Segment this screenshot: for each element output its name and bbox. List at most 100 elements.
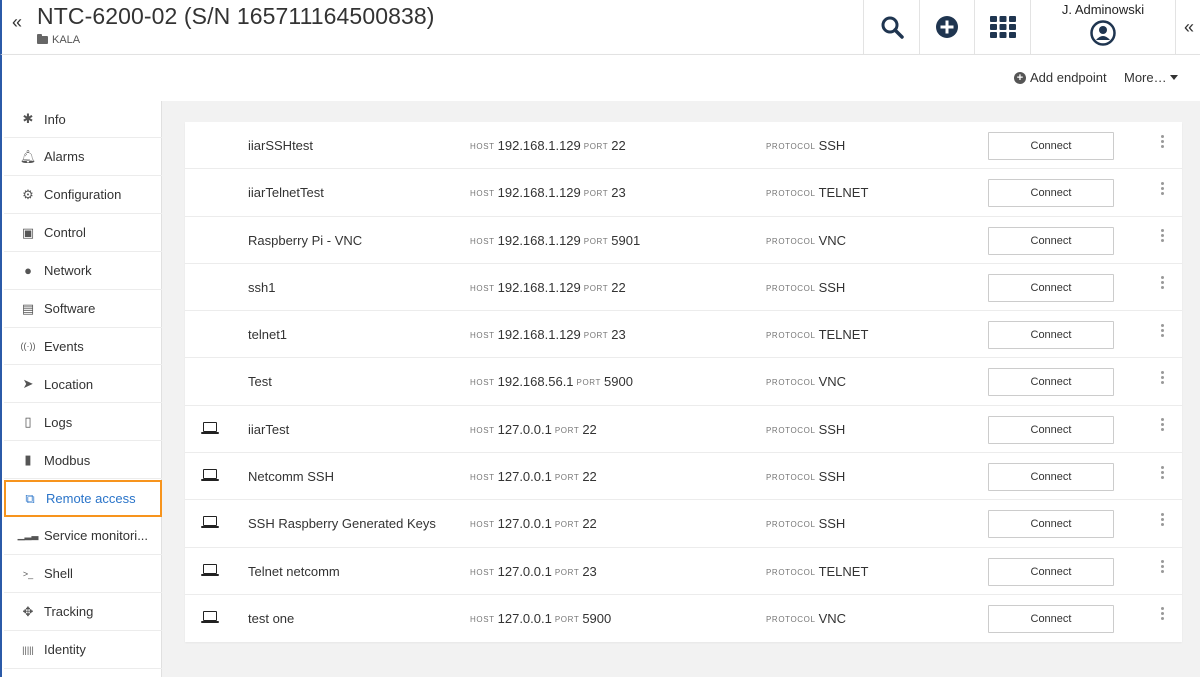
sidebar-item-network[interactable]: ● Network [4, 253, 163, 290]
laptop-icon [201, 421, 217, 437]
sidebar-item-info[interactable]: ✱ Info [4, 101, 163, 138]
host-value: 127.0.0.1 [497, 610, 552, 626]
endpoint-protocol: PROTOCOL VNC [766, 233, 846, 248]
more-options-icon[interactable] [1157, 369, 1167, 385]
port-label: PORT [583, 283, 609, 293]
protocol-value: SSH [818, 138, 846, 153]
more-options-icon[interactable] [1157, 464, 1167, 480]
sidebar-item-label: Events [44, 338, 84, 354]
globe-icon [201, 279, 217, 295]
host-label: HOST [470, 520, 495, 530]
sidebar-item-control[interactable]: ▣ Control [4, 215, 163, 252]
endpoint-row: Netcomm SSH HOST 127.0.0.1 PORT 22 PROTOCOL SS… [185, 453, 1182, 501]
port-value: 22 [582, 469, 597, 485]
connect-button[interactable]: Connect [988, 368, 1114, 397]
host-value: 127.0.0.1 [497, 421, 552, 437]
protocol-value: SSH [818, 279, 846, 295]
connect-button[interactable]: Connect [988, 415, 1114, 444]
protocol-label: PROTOCOL [766, 567, 816, 577]
sidebar-item-software[interactable]: ▤ Software [4, 291, 163, 328]
sidebar-item-events[interactable]: ((·)) Events [4, 328, 163, 366]
connect-button[interactable]: Connect [988, 273, 1114, 302]
more-options-icon[interactable] [1157, 417, 1167, 433]
port-value: 5901 [611, 232, 641, 248]
endpoint-host: HOST 192.168.1.129 PORT 22 [470, 280, 626, 295]
connect-button[interactable]: Connect [988, 226, 1114, 255]
globe-icon [201, 373, 217, 389]
sidebar-item-service-monitori[interactable]: ▁▂▃ Service monitori... [4, 518, 163, 555]
more-options-icon[interactable] [1157, 275, 1167, 291]
endpoint-name: telnet1 [248, 327, 288, 343]
endpoint-protocol: PROTOCOL VNC [766, 374, 846, 389]
sidebar-item-label: Shell [44, 566, 73, 582]
endpoint-row: test one HOST 127.0.0.1 PORT 5900 PROTOCOL VNC… [185, 595, 1182, 642]
port-label: PORT [554, 473, 580, 483]
breadcrumb[interactable]: KALA [37, 34, 80, 46]
sidebar-item-logs[interactable]: ▯ Logs [4, 404, 163, 442]
endpoint-name: ssh1 [248, 279, 276, 295]
connect-button[interactable]: Connect [988, 604, 1114, 633]
sidebar-item-shell[interactable]: >_ Shell [4, 556, 163, 593]
sidebar-item-label: Tracking [44, 604, 94, 620]
host-label: HOST [470, 614, 495, 624]
endpoint-row: iiarTest HOST 127.0.0.1 PORT 22 PROTOCOL SSH Co… [185, 406, 1182, 454]
sidebar-item-alarms[interactable]: 🔔︎ Alarms [4, 139, 163, 176]
protocol-value: SSH [818, 516, 846, 532]
caret-down-icon [1169, 75, 1178, 80]
host-label: HOST [470, 331, 495, 341]
more-dropdown[interactable]: More… [1124, 70, 1178, 85]
endpoint-name: iiarTelnetTest [248, 185, 324, 201]
add-button[interactable] [919, 0, 974, 54]
endpoint-row: telnet1 HOST 192.168.1.129 PORT 23 PROTOCOL TE… [185, 311, 1182, 359]
sidebar-item-tracking[interactable]: ✥ Tracking [4, 594, 163, 631]
host-value: 192.168.1.129 [497, 185, 581, 201]
host-value: 192.168.1.129 [497, 232, 581, 248]
collapse-left-icon[interactable]: « [12, 12, 22, 33]
port-label: PORT [583, 331, 609, 341]
user-menu[interactable]: J. Adminowski [1030, 0, 1175, 54]
globe-icon [201, 184, 217, 200]
protocol-value: TELNET [818, 327, 869, 343]
more-options-icon[interactable] [1157, 559, 1167, 575]
more-options-icon[interactable] [1157, 322, 1167, 338]
endpoint-protocol: PROTOCOL TELNET [766, 564, 868, 579]
laptop-icon [201, 610, 217, 626]
port-value: 5900 [582, 610, 612, 626]
connect-button[interactable]: Connect [988, 132, 1114, 160]
connect-button[interactable]: Connect [988, 179, 1114, 208]
host-label: HOST [470, 473, 495, 483]
sidebar-item-label: Service monitori... [44, 528, 149, 544]
cogs-icon: ⚙ [22, 186, 34, 202]
host-label: HOST [470, 425, 495, 435]
app-switcher-button[interactable] [974, 0, 1030, 54]
connect-button[interactable]: Connect [988, 463, 1114, 492]
more-options-icon[interactable] [1157, 133, 1167, 149]
sidebar-item-remote-access[interactable]: ⧉ Remote access [4, 480, 162, 517]
add-endpoint-label: Add endpoint [1030, 70, 1107, 85]
port-value: 5900 [604, 374, 633, 390]
connect-button[interactable]: Connect [988, 557, 1114, 586]
laptop-icon [201, 563, 217, 579]
user-avatar-icon [1090, 20, 1116, 46]
more-options-icon[interactable] [1157, 511, 1167, 527]
search-button[interactable] [863, 0, 919, 54]
host-value: 192.168.1.129 [497, 279, 581, 295]
more-options-icon[interactable] [1157, 228, 1167, 244]
connect-button[interactable]: Connect [988, 321, 1114, 350]
sidebar-item-label: Software [44, 301, 96, 316]
port-label: PORT [583, 142, 609, 151]
app-header: « NTC-6200-02 (S/N 165711164500838) KALA [0, 0, 1200, 55]
connect-button[interactable]: Connect [988, 510, 1114, 539]
collapse-right-icon[interactable]: « [1175, 0, 1200, 54]
add-endpoint-button[interactable]: + Add endpoint [1014, 70, 1107, 85]
sidebar-item-location[interactable]: ➤ Location [4, 366, 163, 404]
globe-icon [201, 232, 217, 248]
more-options-icon[interactable] [1157, 180, 1167, 196]
sidebar-item-identity[interactable]: ||||| Identity [4, 632, 163, 669]
sidebar-item-configuration[interactable]: ⚙ Configuration [4, 177, 163, 214]
host-label: HOST [470, 236, 495, 246]
breadcrumb-label: KALA [52, 34, 81, 46]
more-options-icon[interactable] [1157, 606, 1167, 622]
sidebar: ✱ Info 🔔︎ Alarms ⚙ Configuration ▣ Control ● Netw… [0, 101, 163, 677]
sidebar-item-modbus[interactable]: ▮ Modbus [4, 442, 163, 480]
